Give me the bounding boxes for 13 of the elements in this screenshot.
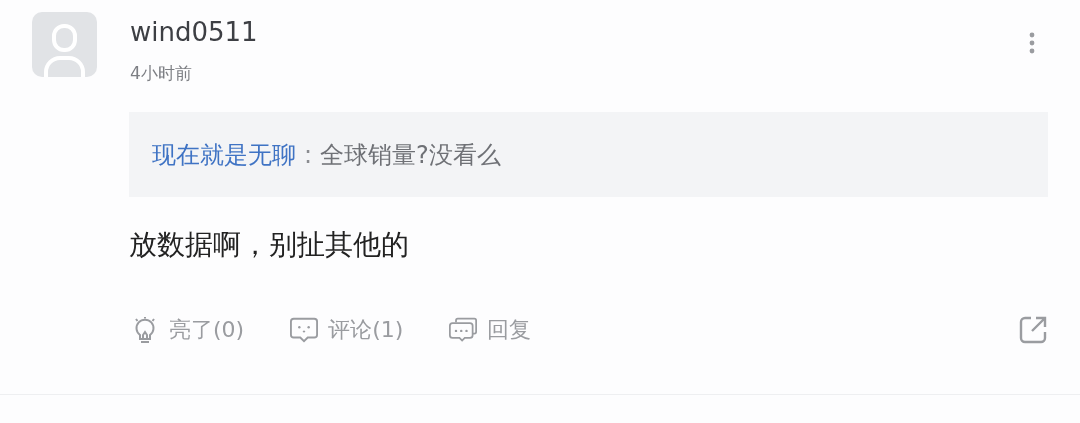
quote-separator: :	[304, 140, 313, 169]
comment-text: 放数据啊，别扯其他的	[129, 227, 410, 263]
chat-bubbles-icon	[449, 316, 478, 344]
action-button[interactable]: 回复	[449, 315, 532, 345]
username[interactable]: wind0511	[130, 12, 1028, 52]
action-button[interactable]: 亮了(0)	[131, 315, 245, 345]
more-icon[interactable]	[1028, 32, 1036, 54]
share-icon[interactable]	[1018, 315, 1048, 345]
action-button[interactable]: 评论(1)	[290, 315, 404, 345]
quote-text: 全球销量?没看么	[320, 139, 501, 171]
quote-author[interactable]: 现在就是无聊	[152, 138, 296, 171]
post-time: 4小时前	[130, 62, 193, 85]
comment-icon	[290, 316, 319, 344]
